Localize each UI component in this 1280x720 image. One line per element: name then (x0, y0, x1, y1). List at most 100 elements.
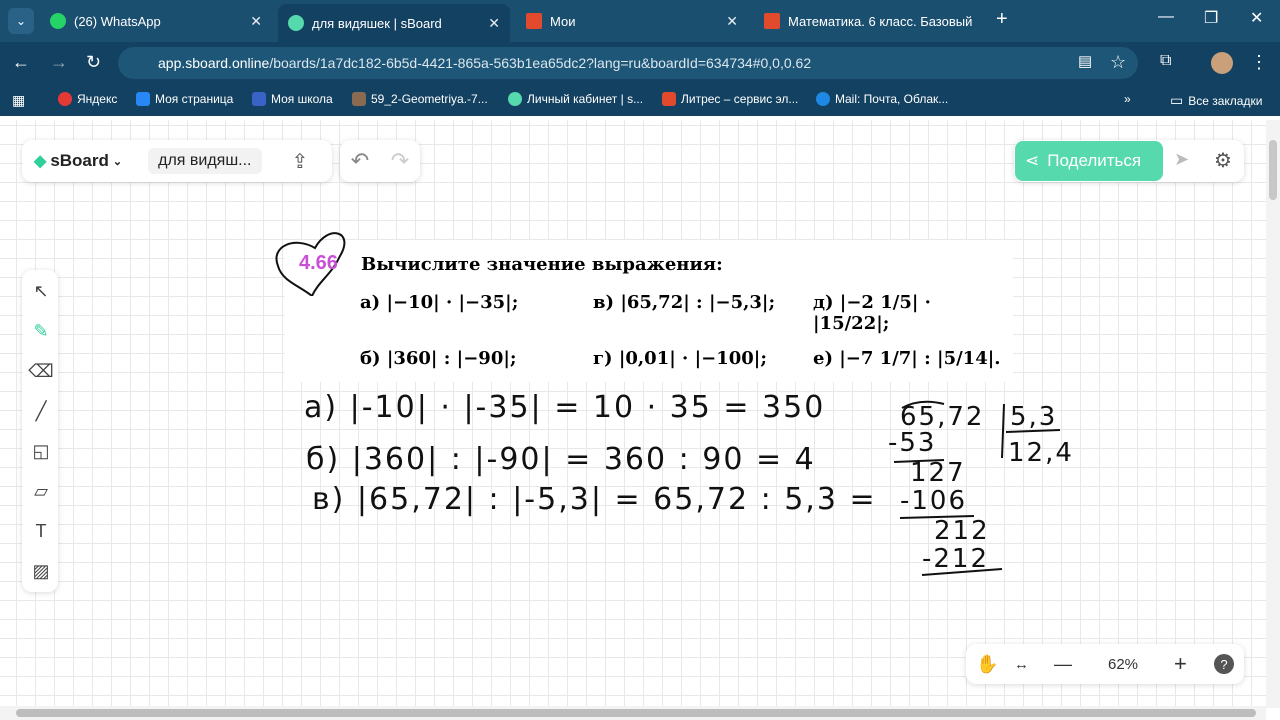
division-quotient: 12,4 (1008, 438, 1074, 468)
zoom-panel: ✋ ↔ — 62% + ? (966, 644, 1244, 684)
url-host: app.sboard.online (158, 55, 270, 71)
tab-moi[interactable]: Мои ✕ (516, 6, 748, 36)
add-image-icon[interactable]: ▨ (30, 560, 52, 582)
zoom-in-button[interactable]: + (1174, 651, 1187, 677)
all-bookmarks[interactable]: ▭ Все закладки (1170, 92, 1262, 109)
task-item-v: в) |65,72| : |−5,3|; (593, 292, 776, 313)
redo-icon[interactable]: ↷ (391, 148, 409, 174)
new-tab-button[interactable]: + (996, 8, 1008, 31)
sticky-note-icon[interactable]: ▱ (30, 480, 52, 502)
reload-icon[interactable]: ↻ (86, 52, 101, 73)
handwritten-line-a: а) |-10| · |-35| = 10 · 35 = 350 (304, 390, 826, 425)
back-icon[interactable]: ← (12, 52, 30, 73)
tab-matematika[interactable]: Математика. 6 класс. Базовый (754, 6, 986, 36)
undo-icon[interactable]: ↶ (351, 148, 369, 174)
bookmark-star-icon[interactable]: ☆ (1110, 52, 1126, 73)
fit-width-icon[interactable]: ↔ (1014, 656, 1029, 673)
scroll-thumb[interactable] (16, 709, 1256, 717)
tab-label: Мои (550, 13, 576, 29)
vk-icon (136, 92, 150, 106)
browser-tab-strip: ⌄ (26) WhatsApp ✕ для видяшек | sBoard ✕… (0, 0, 1280, 42)
task-item-g: г) |0,01| · |−100|; (593, 348, 767, 369)
minimize-icon[interactable]: — (1158, 8, 1174, 26)
division-step: 127 (910, 458, 966, 488)
task-item-d: д) |−2 1/5| · |15/22|; (813, 292, 931, 334)
close-tab-icon[interactable]: ✕ (250, 13, 262, 30)
bookmark-yandex[interactable]: Яндекс (58, 92, 117, 106)
whatsapp-icon (50, 13, 66, 29)
close-tab-icon[interactable]: ✕ (726, 13, 738, 30)
tab-whatsapp[interactable]: (26) WhatsApp ✕ (40, 6, 272, 36)
line-icon[interactable]: ╱ (30, 400, 52, 422)
hand-icon[interactable]: ✋ (976, 654, 998, 675)
close-tab-icon[interactable]: ✕ (488, 15, 500, 32)
task-image[interactable]: 4.66 Вычислите значение выражения: а) |−… (275, 232, 1013, 382)
task-number: 4.66 (299, 252, 338, 274)
close-window-icon[interactable]: ✕ (1250, 8, 1263, 28)
eraser-icon[interactable]: ⌫ (28, 360, 53, 382)
restore-icon[interactable]: ❐ (1204, 8, 1218, 28)
apps-icon[interactable]: ▦ (12, 92, 25, 109)
select-arrow-icon[interactable]: ↖ (30, 280, 52, 302)
bookmark-vk[interactable]: Моя страница (136, 92, 233, 106)
profile-avatar[interactable] (1211, 52, 1233, 74)
forward-icon[interactable]: → (50, 52, 68, 73)
help-icon[interactable]: ? (1214, 654, 1234, 674)
bookmark-cabinet[interactable]: Личный кабинет | s... (508, 92, 643, 106)
zoom-out-button[interactable]: — (1054, 654, 1072, 675)
tab-label: для видяшек | sBoard (312, 15, 442, 31)
extensions-icon[interactable]: ⧉ (1160, 52, 1171, 70)
sboard-logo[interactable]: ◆ sBoard ⌄ (34, 151, 122, 171)
vertical-scrollbar[interactable] (1266, 120, 1280, 708)
share-panel: ⋖ Поделиться ➤ ⚙ (1014, 140, 1244, 182)
division-step: 212 (934, 516, 990, 546)
tab-label: (26) WhatsApp (74, 13, 161, 29)
scroll-thumb[interactable] (1269, 140, 1277, 200)
share-button[interactable]: ⋖ Поделиться (1015, 141, 1163, 181)
task-item-e: е) |−7 1/7| : |5/14|. (813, 348, 1001, 369)
shapes-icon[interactable]: ◱ (30, 440, 52, 462)
litres-icon (662, 92, 676, 106)
book-icon (352, 92, 366, 106)
bookmark-school[interactable]: Моя школа (252, 92, 333, 106)
clipboard-icon[interactable]: ▤ (1078, 52, 1092, 70)
settings-gear-icon[interactable]: ⚙ (1214, 148, 1232, 173)
sboard-icon (288, 15, 304, 31)
board-header: ◆ sBoard ⌄ для видяш... ⇪ (22, 140, 332, 182)
text-icon[interactable]: T (30, 520, 52, 542)
tab-search-button[interactable]: ⌄ (8, 8, 34, 34)
bookmark-mail[interactable]: Mail: Почта, Облак... (816, 92, 948, 106)
logo-icon: ◆ (34, 153, 47, 170)
upload-icon[interactable]: ⇪ (292, 149, 309, 174)
tab-sboard[interactable]: для видяшек | sBoard ✕ (278, 4, 510, 42)
handwritten-line-b: б) |360| : |-90| = 360 : 90 = 4 (306, 442, 816, 477)
bookmark-geometriya[interactable]: 59_2-Geometriya.-7... (352, 92, 488, 106)
share-icon: ⋖ (1025, 151, 1040, 170)
division-step: -53 (888, 428, 937, 458)
division-step: -106 (900, 486, 968, 516)
more-bookmarks-icon[interactable]: » (1124, 92, 1131, 106)
bookmark-litres[interactable]: Литрес – сервис эл... (662, 92, 798, 106)
folder-icon: ▭ (1170, 92, 1184, 108)
board-name[interactable]: для видяш... (148, 148, 262, 174)
chevron-down-icon: ⌄ (112, 155, 123, 168)
division-divisor: 5,3 (1010, 402, 1058, 432)
bookmarks-bar: ▦ Яндекс Моя страница Моя школа 59_2-Geo… (0, 84, 1280, 116)
site-icon (764, 13, 780, 29)
site-icon (526, 13, 542, 29)
division-step: -212 (922, 544, 990, 574)
menu-icon[interactable]: ⋮ (1250, 52, 1268, 73)
history-controls: ↶ ↷ (340, 140, 420, 182)
address-bar[interactable]: app.sboard.online/boards/1a7dc182-6b5d-4… (118, 47, 1138, 79)
cursor-follow-icon[interactable]: ➤ (1174, 149, 1189, 170)
school-icon (252, 92, 266, 106)
yandex-icon (58, 92, 72, 106)
pen-icon[interactable]: ✎ (30, 320, 52, 342)
zoom-level[interactable]: 62% (1108, 656, 1138, 673)
sboard-icon (508, 92, 522, 106)
task-item-b: б) |360| : |−90|; (360, 348, 517, 369)
tab-label: Математика. 6 класс. Базовый (788, 13, 973, 29)
horizontal-scrollbar[interactable] (0, 706, 1266, 720)
tools-panel: ↖ ✎ ⌫ ╱ ◱ ▱ T ▨ (22, 270, 58, 592)
mail-icon (816, 92, 830, 106)
